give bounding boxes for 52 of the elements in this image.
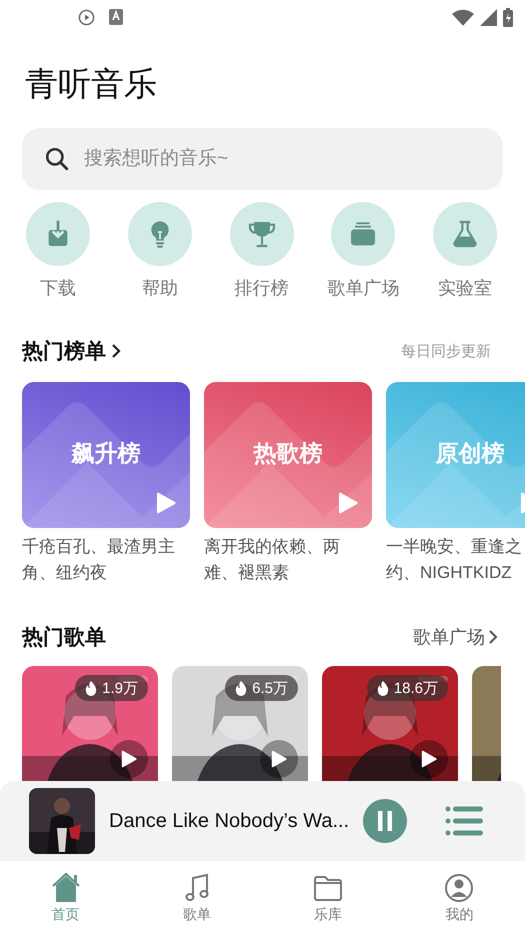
flame-icon xyxy=(85,680,98,696)
playlist-icon[interactable] xyxy=(445,806,483,836)
chevron-right-icon xyxy=(110,342,122,360)
shortcut-label: 歌单广场 xyxy=(327,277,400,300)
chart-tracks: 一半晚安、重逢之约、NIGHTKIDZ xyxy=(386,536,523,584)
nav-tab[interactable]: 歌单 xyxy=(162,872,232,924)
section-note: 每日同步更新 xyxy=(401,342,491,360)
nav-tab[interactable]: 首页 xyxy=(30,872,101,924)
search-field[interactable]: 搜索想听的音乐~ xyxy=(22,128,503,190)
keyboard-a-icon xyxy=(109,9,123,25)
chart-title: 飙升榜 xyxy=(70,439,142,468)
chart-title: 热歌榜 xyxy=(252,439,324,468)
song-title: Dance Like Nobody’s Wa... xyxy=(109,810,350,832)
media-play-icon xyxy=(78,8,95,26)
play-button[interactable] xyxy=(110,740,148,778)
flame-icon xyxy=(376,680,389,696)
section-title: 热门歌单 xyxy=(22,624,106,651)
shortcut-label: 实验室 xyxy=(438,277,492,300)
play-count-badge: 18.6万 xyxy=(366,675,448,701)
chart-title: 原创榜 xyxy=(434,439,506,468)
signal-icon xyxy=(480,8,497,26)
chart-cover[interactable]: 飙升榜 xyxy=(22,382,190,528)
pause-button[interactable] xyxy=(363,799,408,843)
chevron-right-icon xyxy=(487,628,499,646)
shortcut-label: 帮助 xyxy=(142,277,178,300)
section-title[interactable]: 热门榜单 xyxy=(22,337,106,365)
battery-icon xyxy=(503,8,513,26)
nav-tab[interactable]: 我的 xyxy=(424,872,494,924)
pause-icon xyxy=(378,811,392,831)
wifi-icon xyxy=(452,8,474,26)
app-title: 青听音乐 xyxy=(24,64,158,104)
play-icon xyxy=(421,750,437,768)
play-icon xyxy=(271,750,287,768)
search-icon xyxy=(44,146,70,172)
play-count-badge: 6.5万 xyxy=(225,675,298,701)
play-icon xyxy=(338,492,358,514)
user-icon xyxy=(443,872,476,904)
home-icon xyxy=(50,872,82,904)
flame-icon xyxy=(235,680,248,696)
nav-tab[interactable]: 乐库 xyxy=(293,872,364,924)
playlist-square-link[interactable]: 歌单广场 xyxy=(413,625,499,649)
play-button[interactable] xyxy=(410,740,448,778)
mini-player[interactable]: Dance Like Nobody’s Wa... xyxy=(0,781,525,861)
shortcut-label: 排行榜 xyxy=(234,277,288,300)
shortcut-label: 下载 xyxy=(40,277,76,300)
play-button[interactable] xyxy=(260,740,298,778)
chart-tracks: 千疮百孔、最渣男主角、纽约夜 xyxy=(22,536,176,584)
play-icon xyxy=(121,750,137,768)
play-icon xyxy=(156,492,176,514)
chart-cover[interactable]: 热歌榜 xyxy=(204,382,372,528)
play-count-badge: 1.9万 xyxy=(75,675,148,701)
chart-tracks: 离开我的依赖、两难、褪黑素 xyxy=(204,536,341,584)
